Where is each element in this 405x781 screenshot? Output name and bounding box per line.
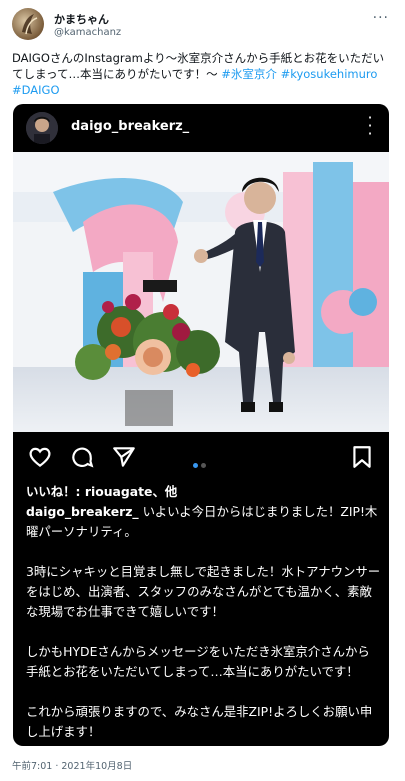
caption-username[interactable]: daigo_breakerz_ — [26, 504, 139, 519]
comment-icon[interactable] — [69, 444, 95, 470]
instagram-post-image[interactable]: daigo_breakerz_ · · · いいね！: riouagate、他 … — [13, 104, 389, 746]
hashtag-link[interactable]: #DAIGO — [12, 83, 60, 97]
ig-username[interactable]: daigo_breakerz_ — [71, 119, 189, 134]
hashtag-link[interactable]: #kyosukehimuro — [281, 67, 378, 81]
ig-action-bar — [13, 440, 389, 474]
heart-icon[interactable] — [27, 444, 53, 470]
display-name[interactable]: かまちゃん — [54, 11, 109, 27]
caption-text: しかもHYDEさんからメッセージをいただき氷室京介さんから手紙とお花をいただいて… — [26, 644, 370, 679]
bookmark-icon[interactable] — [349, 444, 375, 470]
carousel-dots — [193, 453, 209, 472]
post-photo — [13, 152, 389, 432]
more-horizontal-icon[interactable]: ··· — [373, 10, 389, 26]
ig-post-header: daigo_breakerz_ · · · — [13, 104, 389, 152]
user-handle[interactable]: @kamachanz — [54, 27, 121, 38]
send-icon[interactable] — [111, 444, 137, 470]
ig-avatar[interactable] — [26, 112, 58, 144]
carousel-dot-active — [193, 463, 198, 468]
carousel-dot — [201, 463, 206, 468]
tweet-timestamp[interactable]: 午前7:01 · 2021年10月8日 — [12, 758, 132, 772]
ig-caption: いいね！: riouagate、他 daigo_breakerz_ いよいよ今日… — [26, 482, 382, 746]
ig-likes[interactable]: いいね！: riouagate、他 — [26, 482, 382, 502]
tweet-text: DAIGOさんのInstagramより～氷室京介さんから手紙とお花をいただいてし… — [12, 50, 392, 98]
caption-text: 3時にシャキッと目覚まし無しで起きました！水トアナウンサーをはじめ、出演者、スタ… — [26, 564, 381, 619]
tweet-header: かまちゃん @kamachanz ··· — [12, 8, 395, 42]
caption-text: これから頑張りますので、みなさん是非ZIP!よろしくお願い申し上げます！ — [26, 704, 373, 739]
avatar[interactable] — [12, 8, 44, 40]
hashtag-link[interactable]: #氷室京介 — [221, 67, 277, 81]
more-vertical-icon[interactable]: · · · — [367, 110, 373, 142]
